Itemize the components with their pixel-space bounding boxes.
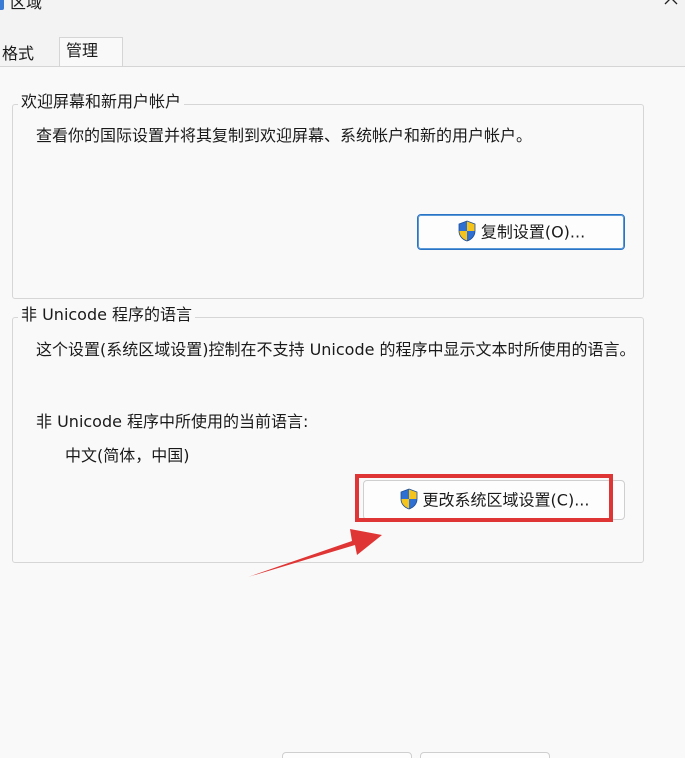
globe-icon [0,0,4,10]
non-unicode-language-group: 非 Unicode 程序的语言 这个设置(系统区域设置)控制在不支持 Unico… [12,304,644,563]
close-button[interactable] [661,0,685,12]
welcome-screen-group: 欢迎屏幕和新用户帐户 查看你的国际设置并将其复制到欢迎屏幕、系统帐户和新的用户帐… [12,91,644,299]
current-language-value: 中文(简体，中国) [65,446,190,465]
region-dialog: 区域 格式 管理 欢迎屏幕和新用户帐户 查看你的国际设置并将其复制到欢迎屏幕、系… [0,0,685,758]
unicode-group-description: 这个设置(系统区域设置)控制在不支持 Unicode 的程序中显示文本时所使用的… [36,340,636,359]
welcome-group-legend: 欢迎屏幕和新用户帐户 [18,91,185,113]
copy-settings-button[interactable]: 复制设置(O)... [417,214,625,250]
uac-shield-icon [458,220,476,241]
tab-manage[interactable]: 管理 [59,37,123,68]
change-system-locale-label: 更改系统区域设置(C)... [422,490,590,510]
cancel-button-edge[interactable] [420,752,550,758]
copy-settings-label: 复制设置(O)... [480,222,586,242]
tab-panel-manage: 欢迎屏幕和新用户帐户 查看你的国际设置并将其复制到欢迎屏幕、系统帐户和新的用户帐… [0,67,685,758]
change-system-locale-button[interactable]: 更改系统区域设置(C)... [363,480,625,520]
current-language-label: 非 Unicode 程序中所使用的当前语言: [36,412,309,431]
tab-strip: 格式 管理 [0,37,685,68]
close-icon [664,0,678,5]
tab-format[interactable]: 格式 [0,40,40,68]
ok-button-edge[interactable] [282,752,412,758]
window-title: 区域 [10,0,43,12]
uac-shield-icon [400,488,417,509]
unicode-group-legend: 非 Unicode 程序的语言 [18,304,196,326]
welcome-group-description: 查看你的国际设置并将其复制到欢迎屏幕、系统帐户和新的用户帐户。 [36,126,533,145]
title-bar: 区域 [0,0,685,26]
